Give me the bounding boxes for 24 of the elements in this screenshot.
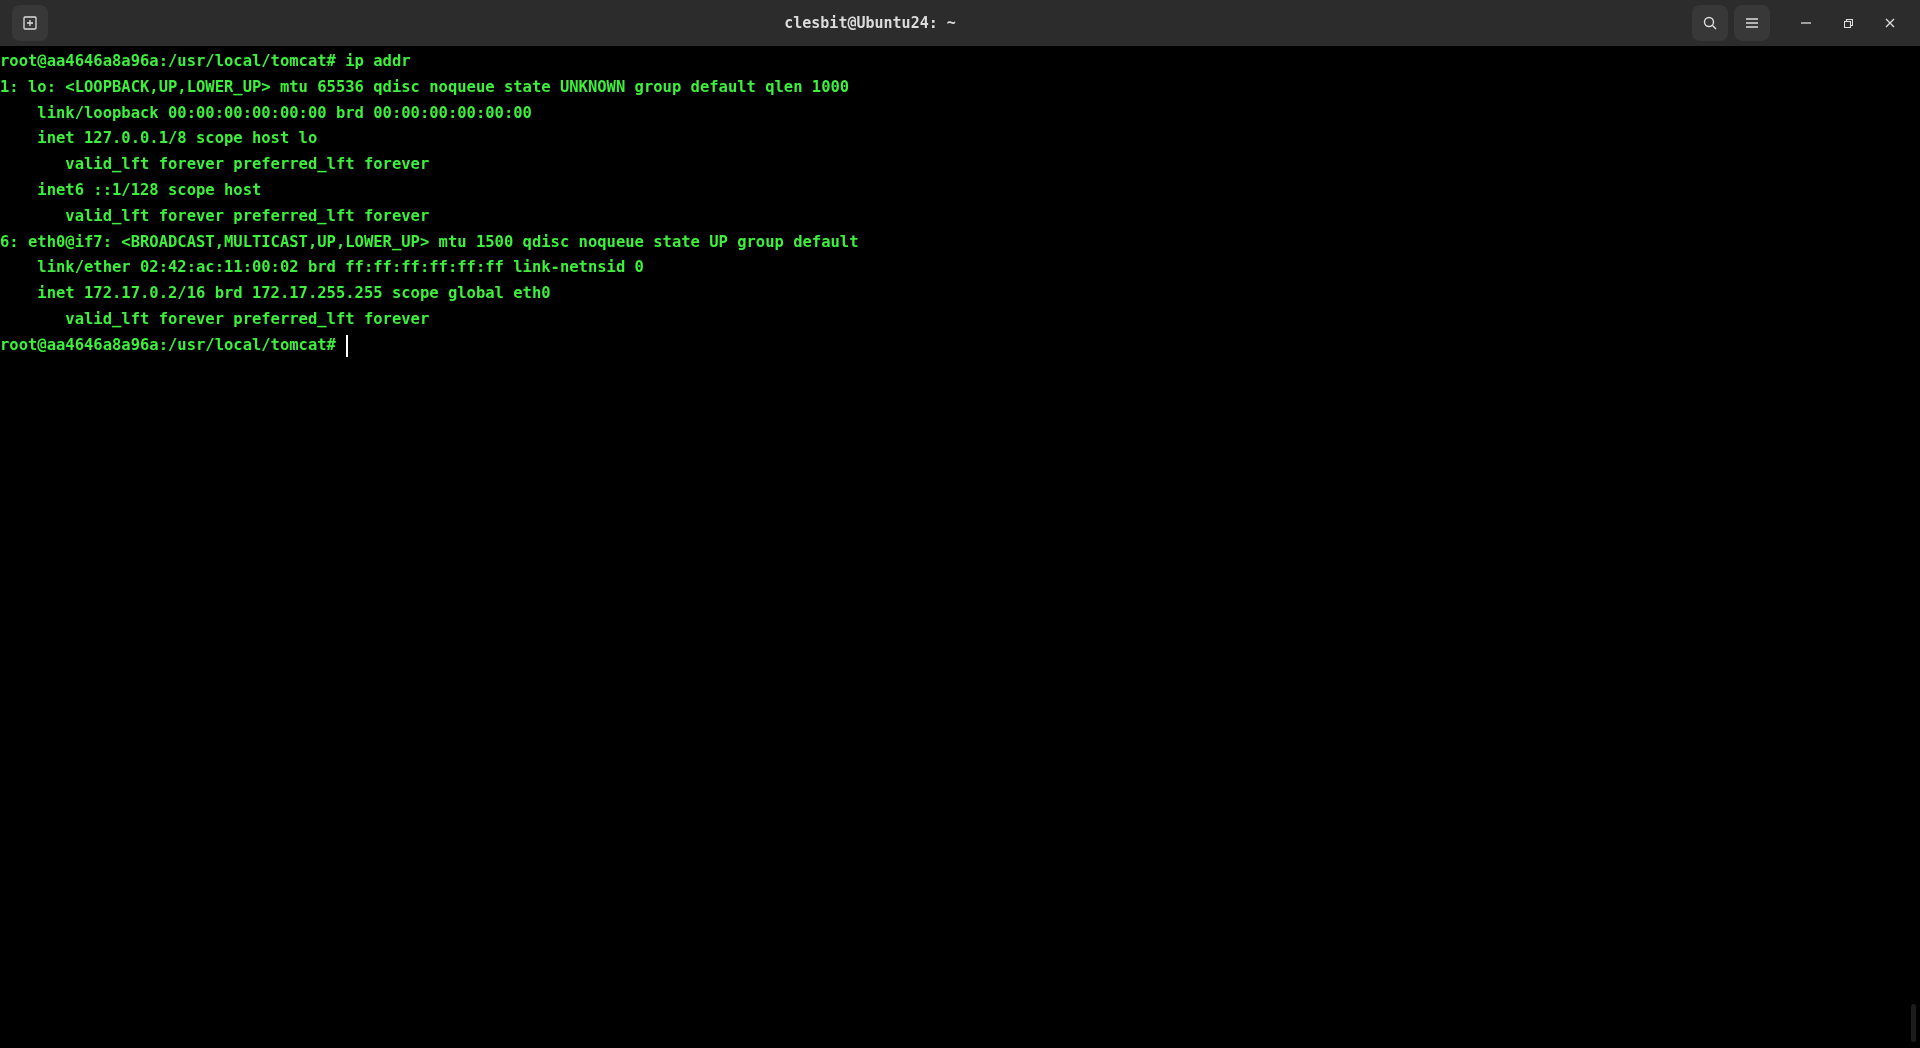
terminal-line: inet6 ::1/128 scope host	[36, 180, 262, 201]
new-tab-icon	[23, 16, 37, 30]
scrollbar-thumb	[1911, 1004, 1916, 1042]
terminal-line: valid_lft forever preferred_lft forever	[64, 308, 430, 330]
terminal-line: 6: eth0@if7: <BROADCAST,MULTICAST,UP,LOWER_UP> mtu 1500 qdisc noqueue state UP group default	[0, 231, 859, 253]
terminal-line: inet 127.0.0.1/8 scope host lo	[36, 128, 318, 150]
window-title: clesbit@Ubuntu24: ~	[784, 12, 956, 34]
new-tab-button[interactable]	[12, 5, 48, 41]
menu-button[interactable]	[1734, 5, 1770, 41]
terminal-line: 1: lo: <LOOPBACK,UP,LOWER_UP> mtu 65536 qdisc noqueue state UNKNOWN group default qlen 1000	[0, 76, 850, 98]
minimize-icon	[1801, 22, 1811, 24]
search-icon	[1703, 16, 1717, 30]
menu-icon	[1746, 18, 1758, 28]
terminal-line: inet 172.17.0.2/16 brd 172.17.255.255 scope global eth0	[36, 283, 551, 305]
terminal-line: link/ether 02:42:ac:11:00:02 brd ff:ff:ff:ff:ff:ff link-netnsid 0	[36, 257, 644, 279]
text-cursor	[345, 334, 348, 357]
terminal-line: valid_lft forever preferred_lft forever	[64, 205, 430, 227]
shell-prompt: root@aa4646a8a96a:/usr/local/tomcat#	[0, 334, 336, 356]
close-icon	[1885, 18, 1895, 28]
search-button[interactable]	[1692, 5, 1728, 41]
restore-icon	[1843, 18, 1853, 28]
terminal-line: root@aa4646a8a96a:/usr/local/tomcat# ip addr	[0, 51, 411, 72]
terminal-line: link/loopback 00:00:00:00:00:00 brd 00:00:00:00:00:00	[36, 102, 532, 124]
terminal-line: valid_lft forever preferred_lft forever	[64, 154, 430, 176]
